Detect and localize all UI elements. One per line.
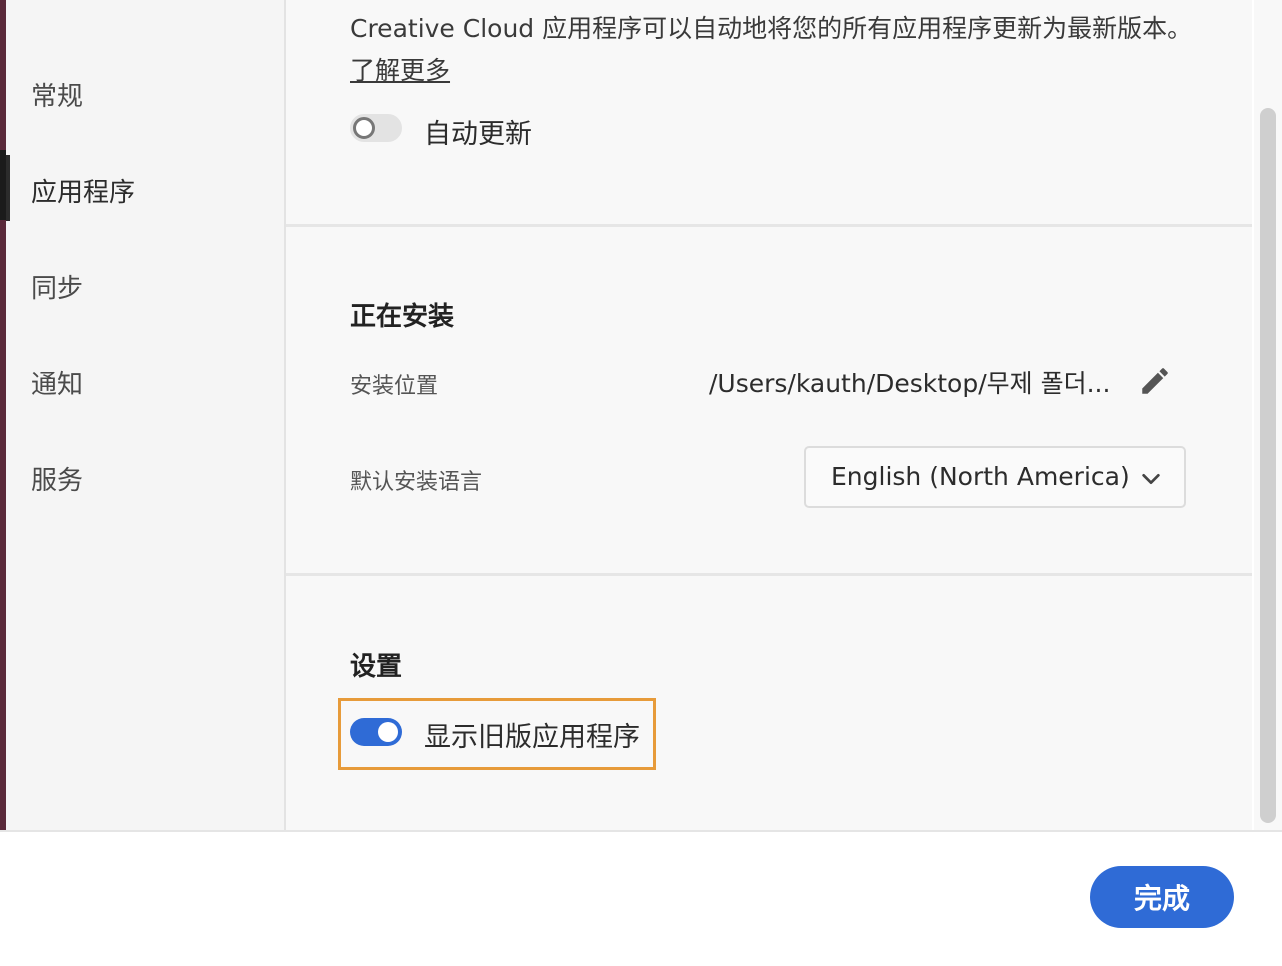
sidebar-item-general[interactable]: 常规: [31, 76, 83, 113]
sidebar-item-services[interactable]: 服务: [31, 460, 83, 497]
learn-more-link[interactable]: 了解更多: [350, 56, 450, 85]
install-location-value: /Users/kauth/Desktop/무제 폴더...: [709, 369, 1111, 398]
installing-title: 正在安装: [350, 302, 455, 332]
sidebar-item-apps[interactable]: 应用程序: [31, 172, 135, 209]
done-button[interactable]: 完成: [1090, 866, 1234, 928]
auto-update-section: Creative Cloud 应用程序可以自动地将您的所有应用程序更新为最新版本…: [286, 0, 1252, 224]
install-language-label: 默认安装语言: [350, 470, 483, 495]
install-language-value: English (North America): [831, 462, 1130, 491]
active-indicator: [6, 155, 10, 221]
description-text: Creative Cloud 应用程序可以自动地将您的所有应用程序更新为最新版本…: [350, 14, 1193, 43]
install-location-label: 安装位置: [350, 374, 439, 399]
auto-update-description: Creative Cloud 应用程序可以自动地将您的所有应用程序更新为最新版本…: [350, 8, 1200, 92]
sidebar-item-notifications[interactable]: 通知: [31, 364, 83, 401]
settings-sidebar: 常规 应用程序 同步 通知 服务: [6, 0, 286, 830]
installing-section: [286, 227, 1252, 573]
pencil-icon[interactable]: [1138, 364, 1172, 398]
auto-update-label: 自动更新: [424, 119, 532, 150]
auto-update-toggle[interactable]: [350, 114, 402, 142]
toggle-knob: [378, 722, 398, 742]
install-language-dropdown[interactable]: English (North America): [804, 446, 1186, 508]
show-legacy-apps-label: 显示旧版应用程序: [424, 722, 640, 753]
show-legacy-apps-toggle[interactable]: [350, 718, 402, 746]
chevron-down-icon: [1142, 473, 1160, 485]
toggle-knob: [353, 117, 375, 139]
sidebar-item-sync[interactable]: 同步: [31, 268, 83, 305]
dialog-footer: 完成: [0, 830, 1282, 966]
settings-content: Creative Cloud 应用程序可以自动地将您的所有应用程序更新为最新版本…: [286, 0, 1252, 830]
settings-title: 设置: [350, 652, 403, 682]
scrollbar-thumb[interactable]: [1260, 108, 1276, 823]
